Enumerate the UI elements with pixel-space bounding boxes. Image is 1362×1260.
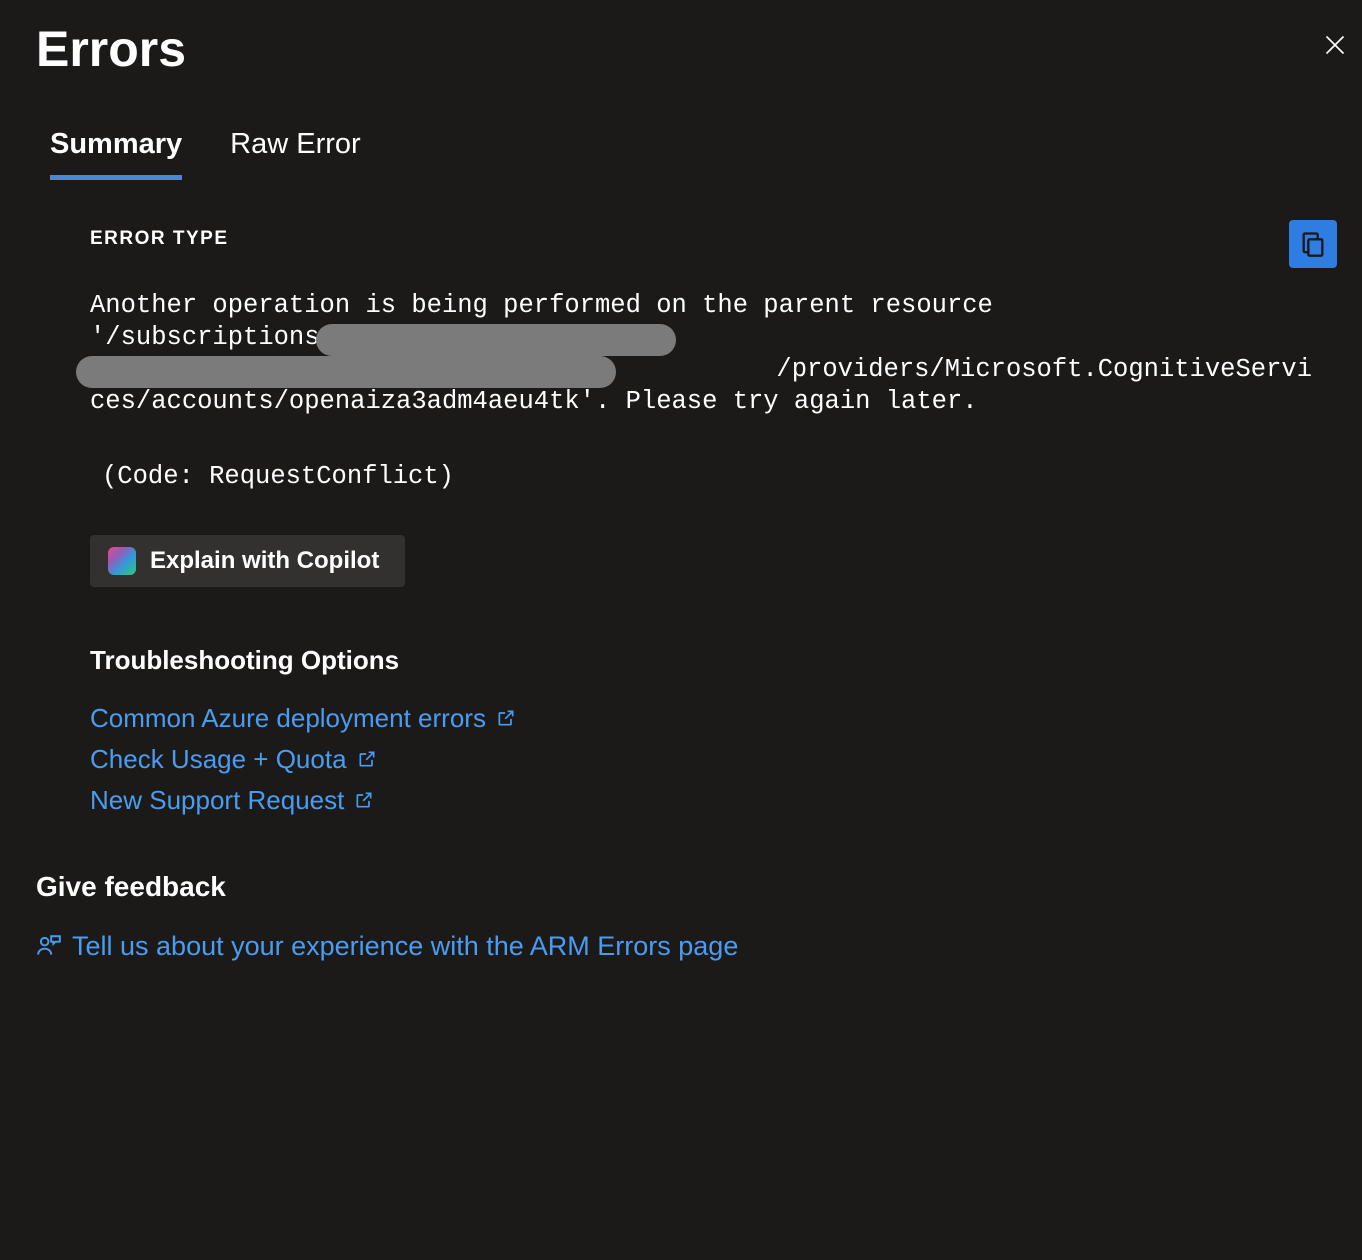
errors-panel: Errors Summary Raw Error ERROR TYPE Anot… bbox=[0, 0, 1362, 962]
close-icon[interactable] bbox=[1318, 28, 1362, 71]
link-label: New Support Request bbox=[90, 785, 344, 816]
feedback-heading: Give feedback bbox=[36, 871, 1362, 903]
feedback-link-text: Tell us about your experience with the A… bbox=[72, 931, 738, 962]
link-new-support-request[interactable]: New Support Request bbox=[90, 780, 1322, 821]
error-message-line2: '/subscriptions bbox=[90, 322, 1322, 354]
error-message-line1: Another operation is being performed on … bbox=[90, 290, 1322, 322]
panel-header: Errors bbox=[0, 0, 1362, 78]
error-type-label: ERROR TYPE bbox=[90, 228, 1322, 250]
link-label: Check Usage + Quota bbox=[90, 744, 347, 775]
troubleshooting-links: Common Azure deployment errors Check Usa… bbox=[90, 698, 1322, 821]
external-link-icon bbox=[357, 749, 377, 769]
tabs: Summary Raw Error bbox=[0, 78, 1362, 180]
redacted-text-1 bbox=[316, 324, 676, 356]
copilot-label: Explain with Copilot bbox=[150, 547, 379, 575]
external-link-icon bbox=[354, 790, 374, 810]
link-label: Common Azure deployment errors bbox=[90, 703, 486, 734]
feedback-section: Give feedback Tell us about your experie… bbox=[0, 821, 1362, 962]
page-title: Errors bbox=[36, 20, 186, 78]
tab-summary[interactable]: Summary bbox=[50, 128, 182, 180]
link-check-usage-quota[interactable]: Check Usage + Quota bbox=[90, 739, 1322, 780]
error-message-line4: ces/accounts/openaiza3adm4aeu4tk'. Pleas… bbox=[90, 386, 1322, 418]
copy-button[interactable] bbox=[1289, 220, 1337, 268]
external-link-icon bbox=[496, 708, 516, 728]
copilot-icon bbox=[108, 547, 136, 575]
error-body: Another operation is being performed on … bbox=[90, 290, 1322, 418]
redacted-text-2 bbox=[76, 356, 616, 388]
explain-with-copilot-button[interactable]: Explain with Copilot bbox=[90, 535, 405, 587]
copy-icon bbox=[1299, 230, 1327, 258]
feedback-link[interactable]: Tell us about your experience with the A… bbox=[36, 931, 1362, 962]
error-content: ERROR TYPE Another operation is being pe… bbox=[0, 180, 1362, 821]
link-common-errors[interactable]: Common Azure deployment errors bbox=[90, 698, 1322, 739]
error-code: (Code: RequestConflict) bbox=[90, 462, 1322, 491]
person-feedback-icon bbox=[36, 933, 62, 959]
tab-raw-error[interactable]: Raw Error bbox=[230, 128, 361, 180]
troubleshooting-heading: Troubleshooting Options bbox=[90, 645, 1322, 676]
